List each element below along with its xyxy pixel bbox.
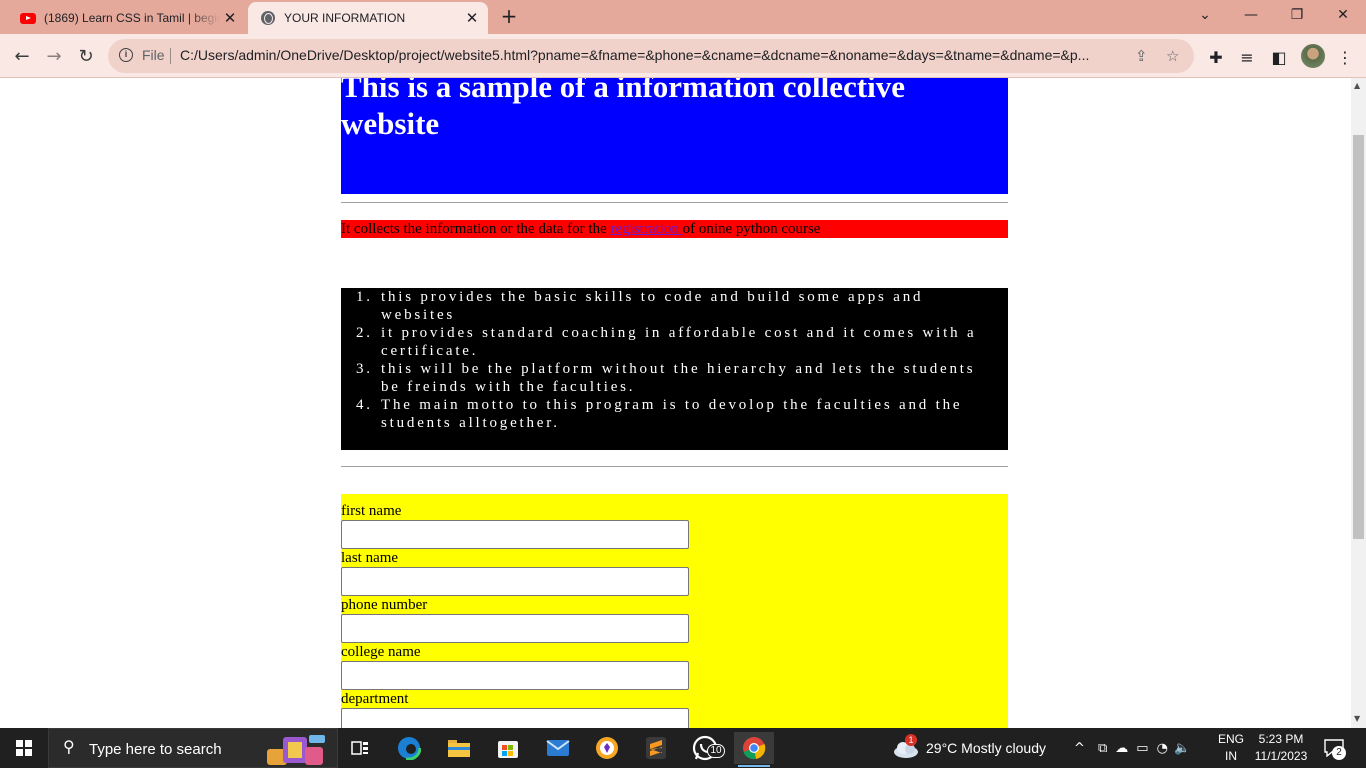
scroll-down-icon[interactable]: ▼ bbox=[1354, 714, 1360, 723]
battery-icon[interactable]: ▭ bbox=[1136, 741, 1148, 756]
first-name-input[interactable] bbox=[341, 520, 689, 549]
reload-icon[interactable]: ↻ bbox=[72, 42, 100, 70]
menu-icon[interactable]: ⋮ bbox=[1335, 47, 1355, 67]
minimize-button[interactable]: — bbox=[1228, 0, 1274, 30]
forward-icon[interactable]: → bbox=[40, 42, 68, 70]
clock[interactable]: 5:23 PM 11/1/2023 bbox=[1252, 728, 1310, 768]
department-label: department bbox=[341, 691, 409, 707]
search-icon: ⚲ bbox=[63, 737, 75, 756]
brave-browser-icon[interactable] bbox=[587, 732, 627, 764]
features-list: 1. this provides the basic skills to code… bbox=[356, 288, 988, 432]
department-input[interactable] bbox=[341, 708, 689, 728]
list-item: 3. this will be the platform without the … bbox=[356, 361, 976, 395]
profile-avatar[interactable] bbox=[1301, 44, 1325, 68]
list-item: 1. this provides the basic skills to code… bbox=[356, 289, 924, 323]
weather-alert-badge: 1 bbox=[905, 734, 917, 746]
tab-youtube[interactable]: (1869) Learn CSS in Tamil | beginners ✕ bbox=[8, 2, 246, 34]
divider bbox=[170, 48, 171, 64]
scroll-up-icon[interactable]: ▲ bbox=[1354, 81, 1360, 90]
close-window-button[interactable]: ✕ bbox=[1320, 0, 1366, 30]
registration-form: first name last name phone number colleg… bbox=[341, 494, 1008, 728]
url-text[interactable]: C:/Users/admin/OneDrive/Desktop/project/… bbox=[180, 47, 1130, 63]
hero-header: This is a sample of a information collec… bbox=[341, 78, 1008, 194]
info-icon[interactable]: i bbox=[119, 48, 133, 62]
share-icon[interactable]: ⇪ bbox=[1135, 47, 1148, 65]
phone-number-label: phone number bbox=[341, 597, 428, 613]
first-name-label: first name bbox=[341, 503, 402, 519]
browser-toolbar: ← → ↻ i File C:/Users/admin/OneDrive/Des… bbox=[0, 34, 1366, 78]
youtube-icon bbox=[20, 10, 36, 26]
edge-browser-icon[interactable] bbox=[389, 732, 429, 764]
back-icon[interactable]: ← bbox=[8, 42, 36, 70]
banner-text-end: of onine python course bbox=[682, 221, 821, 237]
notification-count: 2 bbox=[1332, 746, 1346, 760]
tab-your-information[interactable]: YOUR INFORMATION ✕ bbox=[248, 2, 488, 34]
info-banner: It collects the information or the data … bbox=[341, 220, 1008, 238]
globe-icon bbox=[260, 10, 276, 26]
banner-text: It collects the information or the data … bbox=[341, 221, 611, 237]
new-tab-button[interactable]: + bbox=[498, 5, 520, 27]
wifi-icon[interactable]: ◔ bbox=[1157, 741, 1168, 756]
page-scrollbar[interactable]: ▲ ▼ bbox=[1351, 78, 1366, 728]
hero-title-line-1: This is a sample of a information collec… bbox=[341, 78, 905, 104]
hero-title-line-2: website bbox=[341, 106, 440, 141]
college-name-input[interactable] bbox=[341, 661, 689, 690]
chrome-icon[interactable] bbox=[734, 732, 774, 767]
scrollbar-thumb[interactable] bbox=[1353, 135, 1364, 539]
horizontal-rule bbox=[341, 202, 1008, 203]
language-indicator[interactable]: ENG IN bbox=[1218, 728, 1244, 768]
registration-link[interactable]: registration bbox=[611, 221, 683, 237]
task-view-icon[interactable] bbox=[340, 732, 380, 764]
taskbar-search-box[interactable]: ⚲ Type here to search bbox=[48, 728, 338, 768]
restore-button[interactable]: ❐ bbox=[1274, 0, 1320, 30]
college-name-label: college name bbox=[341, 644, 421, 660]
windows-start-icon[interactable] bbox=[16, 740, 32, 756]
whatsapp-badge: 10 bbox=[707, 744, 725, 758]
notifications-button[interactable]: 2 bbox=[1324, 728, 1346, 768]
search-placeholder: Type here to search bbox=[89, 741, 222, 758]
tab-title: YOUR INFORMATION bbox=[284, 11, 406, 25]
media-icon[interactable]: ≡ bbox=[1237, 47, 1257, 67]
chevron-up-icon[interactable]: ^ bbox=[1074, 741, 1088, 756]
close-tab-icon[interactable]: ✕ bbox=[220, 9, 240, 27]
page-viewport: This is a sample of a information collec… bbox=[0, 78, 1351, 728]
last-name-input[interactable] bbox=[341, 567, 689, 596]
tab-title: (1869) Learn CSS in Tamil | beginners bbox=[44, 11, 220, 25]
sublime-text-icon[interactable] bbox=[636, 732, 676, 764]
lang-code: ENG bbox=[1218, 732, 1245, 746]
weather-widget[interactable]: 1 29°C Mostly cloudy bbox=[892, 728, 1046, 768]
features-list-box: 1. this provides the basic skills to code… bbox=[341, 288, 1008, 450]
side-panel-icon[interactable]: ◧ bbox=[1269, 47, 1289, 67]
address-bar[interactable]: i File C:/Users/admin/OneDrive/Desktop/p… bbox=[108, 39, 1194, 73]
browser-tab-strip: (1869) Learn CSS in Tamil | beginners ✕ … bbox=[0, 0, 1366, 34]
horizontal-rule bbox=[341, 466, 1008, 467]
microsoft-store-icon[interactable] bbox=[488, 732, 528, 764]
star-icon[interactable]: ☆ bbox=[1166, 47, 1179, 65]
file-label: File bbox=[142, 47, 165, 63]
volume-icon[interactable]: 🔈 bbox=[1174, 741, 1190, 756]
last-name-label: last name bbox=[341, 550, 399, 566]
tab-search-dropdown-icon[interactable]: ⌄ bbox=[1182, 0, 1228, 30]
clock-time: 5:23 PM bbox=[1258, 732, 1304, 746]
phone-number-input[interactable] bbox=[341, 614, 689, 643]
windows-taskbar: ⚲ Type here to search 10 1 29°C Mostly c… bbox=[0, 728, 1366, 768]
mail-icon[interactable] bbox=[538, 732, 578, 764]
file-explorer-icon[interactable] bbox=[439, 732, 479, 764]
close-tab-icon[interactable]: ✕ bbox=[462, 9, 482, 27]
weather-text: 29°C Mostly cloudy bbox=[926, 740, 1046, 756]
search-highlight-illustration bbox=[267, 735, 325, 765]
system-tray: ^ ⧉ ☁ ▭ ◔ 🔈 bbox=[1074, 728, 1190, 768]
extensions-icon[interactable]: ✚ bbox=[1206, 47, 1226, 67]
list-item: 4. The main motto to this program is to d… bbox=[356, 397, 963, 431]
region-code: IN bbox=[1225, 749, 1237, 763]
meet-now-icon[interactable]: ⧉ bbox=[1098, 741, 1107, 756]
clock-date: 11/1/2023 bbox=[1254, 749, 1308, 763]
onedrive-off-icon[interactable]: ☁ bbox=[1115, 741, 1128, 756]
list-item: 2. it provides standard coaching in affor… bbox=[356, 325, 977, 359]
